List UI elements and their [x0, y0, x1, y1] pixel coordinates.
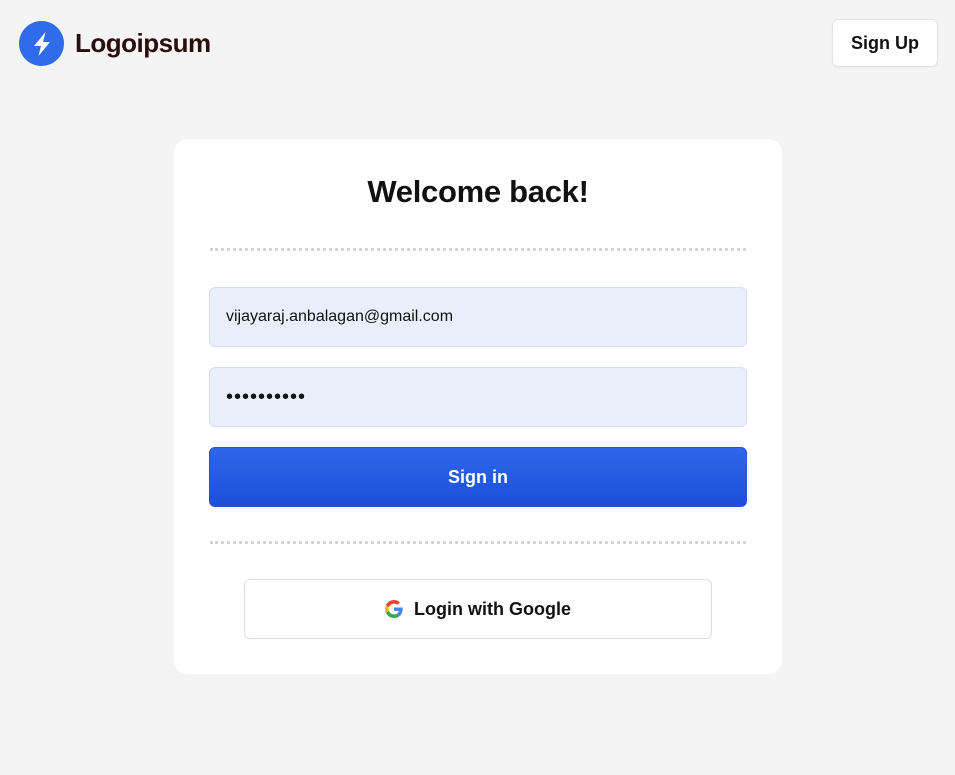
sign-up-button[interactable]: Sign Up: [832, 19, 938, 67]
password-field[interactable]: [209, 367, 747, 427]
login-card: Welcome back! Sign in Login with Google: [174, 139, 782, 674]
google-login-label: Login with Google: [414, 598, 571, 619]
sign-in-button[interactable]: Sign in: [209, 447, 747, 507]
login-page: Logoipsum Sign Up Welcome back! Sign in …: [0, 0, 955, 775]
top-bar: Logoipsum Sign Up: [0, 0, 955, 88]
google-login-button[interactable]: Login with Google: [244, 579, 712, 639]
brand-logo[interactable]: Logoipsum: [19, 21, 211, 66]
google-g-icon: [385, 600, 403, 618]
lightning-bolt-icon: [19, 21, 64, 66]
top-divider: [210, 248, 746, 251]
email-field[interactable]: [209, 287, 747, 347]
bottom-divider: [210, 541, 746, 544]
brand-name: Logoipsum: [75, 28, 211, 58]
page-title: Welcome back!: [367, 174, 589, 209]
